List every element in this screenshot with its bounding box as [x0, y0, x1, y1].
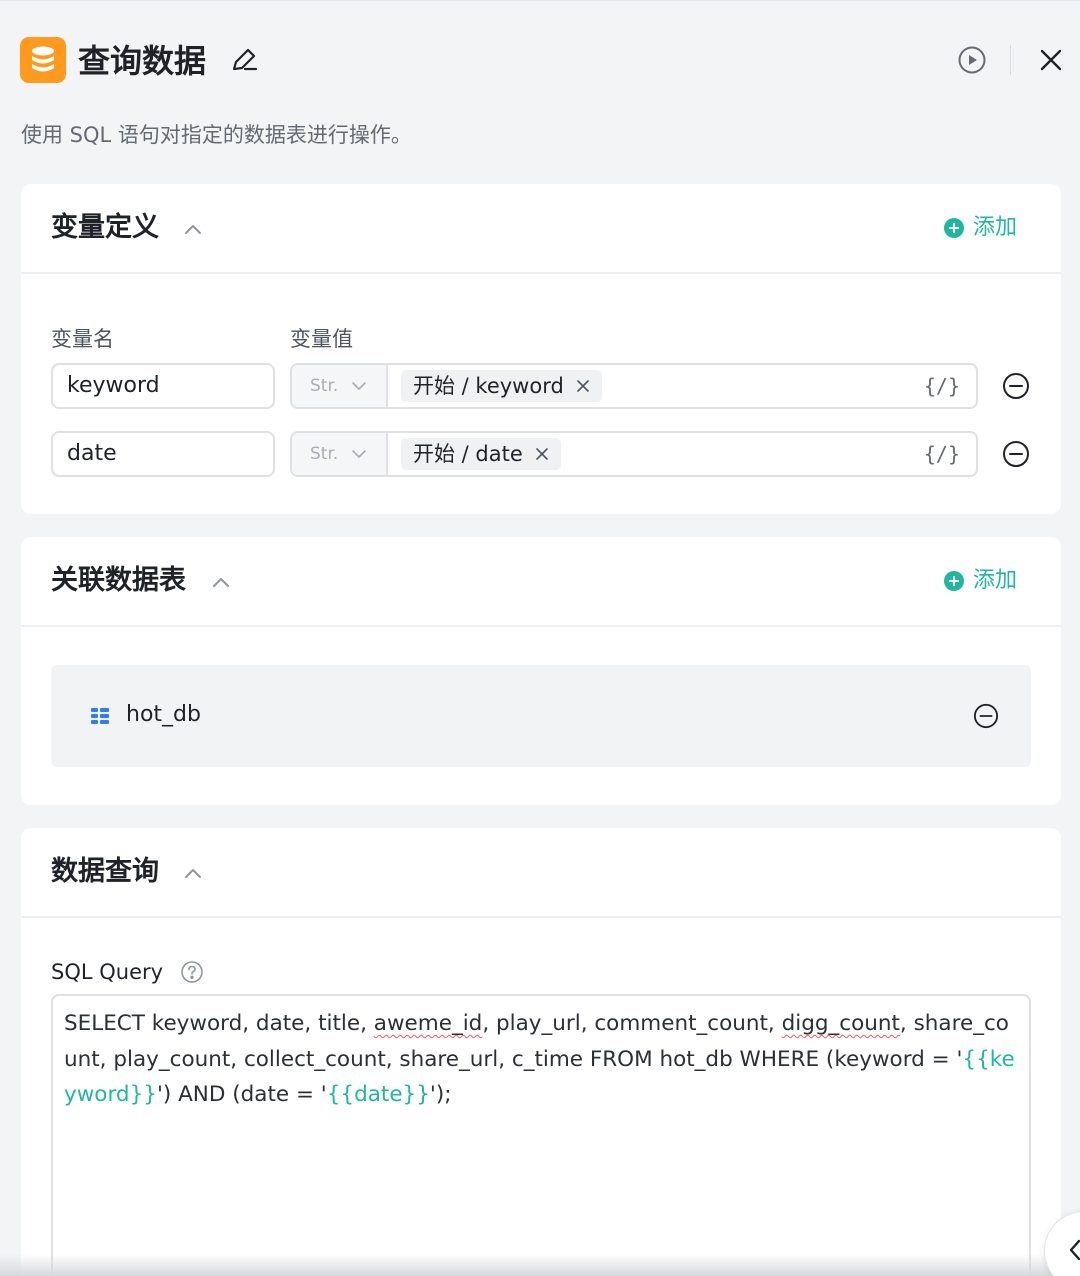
variables-card: 变量定义 添加 变量名 变量值 keyword Str. 开始 / keywor… [21, 184, 1061, 514]
bottom-shadow [0, 1254, 1080, 1276]
play-circle-icon[interactable] [957, 45, 987, 75]
variable-value-field[interactable]: Str. 开始 / date {/} [290, 431, 978, 477]
database-icon [20, 37, 66, 83]
variable-value-field[interactable]: Str. 开始 / keyword {/} [290, 363, 978, 409]
sql-text: '); [429, 1082, 452, 1107]
sql-text: digg_count [781, 1011, 900, 1036]
node-description: 使用 SQL 语句对指定的数据表进行操作。 [21, 123, 412, 147]
variable-row: keyword Str. 开始 / keyword {/} [51, 363, 1041, 409]
remove-table-button[interactable] [973, 703, 999, 729]
question-circle-icon[interactable] [180, 960, 204, 984]
chevron-down-icon [352, 382, 366, 390]
variable-row: date Str. 开始 / date {/} [51, 431, 1041, 477]
plus-circle-icon [943, 218, 964, 238]
sql-editor[interactable]: SELECT keyword, date, title, aweme_id, p… [51, 994, 1031, 1276]
variable-name-input[interactable]: keyword [51, 363, 275, 409]
add-variable-button[interactable]: 添加 [943, 212, 1017, 244]
type-select-value: Str. [310, 444, 339, 464]
chevron-up-icon[interactable] [181, 218, 205, 240]
tag-label: 开始 / date [413, 442, 523, 466]
type-select[interactable]: Str. [292, 433, 388, 475]
section-title: 变量定义 [51, 212, 159, 243]
sql-text: ') AND (date = ' [156, 1082, 327, 1107]
sql-text: aweme_id [373, 1011, 483, 1036]
header-divider [1010, 45, 1011, 75]
sql-text: , play_url, comment_count, [482, 1011, 782, 1036]
query-card-header: 数据查询 [21, 828, 1061, 918]
chevron-up-icon[interactable] [181, 862, 205, 884]
add-label: 添加 [972, 215, 1017, 240]
tables-card: 关联数据表 添加 hot_db [21, 537, 1061, 805]
close-icon[interactable] [1036, 45, 1066, 75]
variable-name-header: 变量名 [51, 327, 114, 351]
variable-reference-tag: 开始 / date [401, 438, 561, 470]
panel-header: 查询数据 [20, 35, 1080, 87]
chevron-down-icon [352, 450, 366, 458]
add-table-button[interactable]: 添加 [943, 565, 1017, 597]
node-config-panel: 查询数据 使用 SQL 语句对指定的数据表进行操作。 变量定义 添加 变量名 变… [0, 0, 1080, 1276]
variables-card-header: 变量定义 添加 [21, 184, 1061, 274]
table-name: hot_db [126, 702, 201, 727]
type-select[interactable]: Str. [292, 365, 388, 407]
type-select-value: Str. [310, 376, 339, 396]
expression-toggle-button[interactable]: {/} [924, 372, 960, 400]
section-title: 关联数据表 [51, 565, 186, 596]
tables-card-header: 关联数据表 添加 [21, 537, 1061, 627]
query-card: 数据查询 SQL Query SELECT keyword, date, tit… [21, 828, 1061, 1276]
sql-variable: {{date}} [326, 1082, 430, 1107]
chevron-left-icon [1069, 1239, 1080, 1261]
variable-value-header: 变量值 [290, 327, 353, 351]
tag-label: 开始 / keyword [413, 374, 564, 398]
remove-variable-button[interactable] [1002, 372, 1030, 400]
pencil-icon[interactable] [229, 45, 259, 75]
variable-reference-tag: 开始 / keyword [401, 370, 602, 402]
expression-toggle-button[interactable]: {/} [924, 440, 960, 468]
page-title: 查询数据 [78, 42, 207, 80]
variable-name-input[interactable]: date [51, 431, 275, 477]
close-icon[interactable] [535, 447, 549, 461]
plus-circle-icon [943, 571, 964, 591]
chevron-up-icon[interactable] [209, 571, 233, 593]
add-label: 添加 [972, 568, 1017, 593]
sql-query-label: SQL Query [51, 960, 164, 984]
remove-variable-button[interactable] [1002, 440, 1030, 468]
sql-text: SELECT keyword, date, title, [64, 1011, 374, 1036]
linked-table-item[interactable]: hot_db [51, 665, 1031, 767]
table-grid-icon [91, 708, 109, 724]
section-title: 数据查询 [51, 856, 159, 887]
close-icon[interactable] [576, 379, 590, 393]
